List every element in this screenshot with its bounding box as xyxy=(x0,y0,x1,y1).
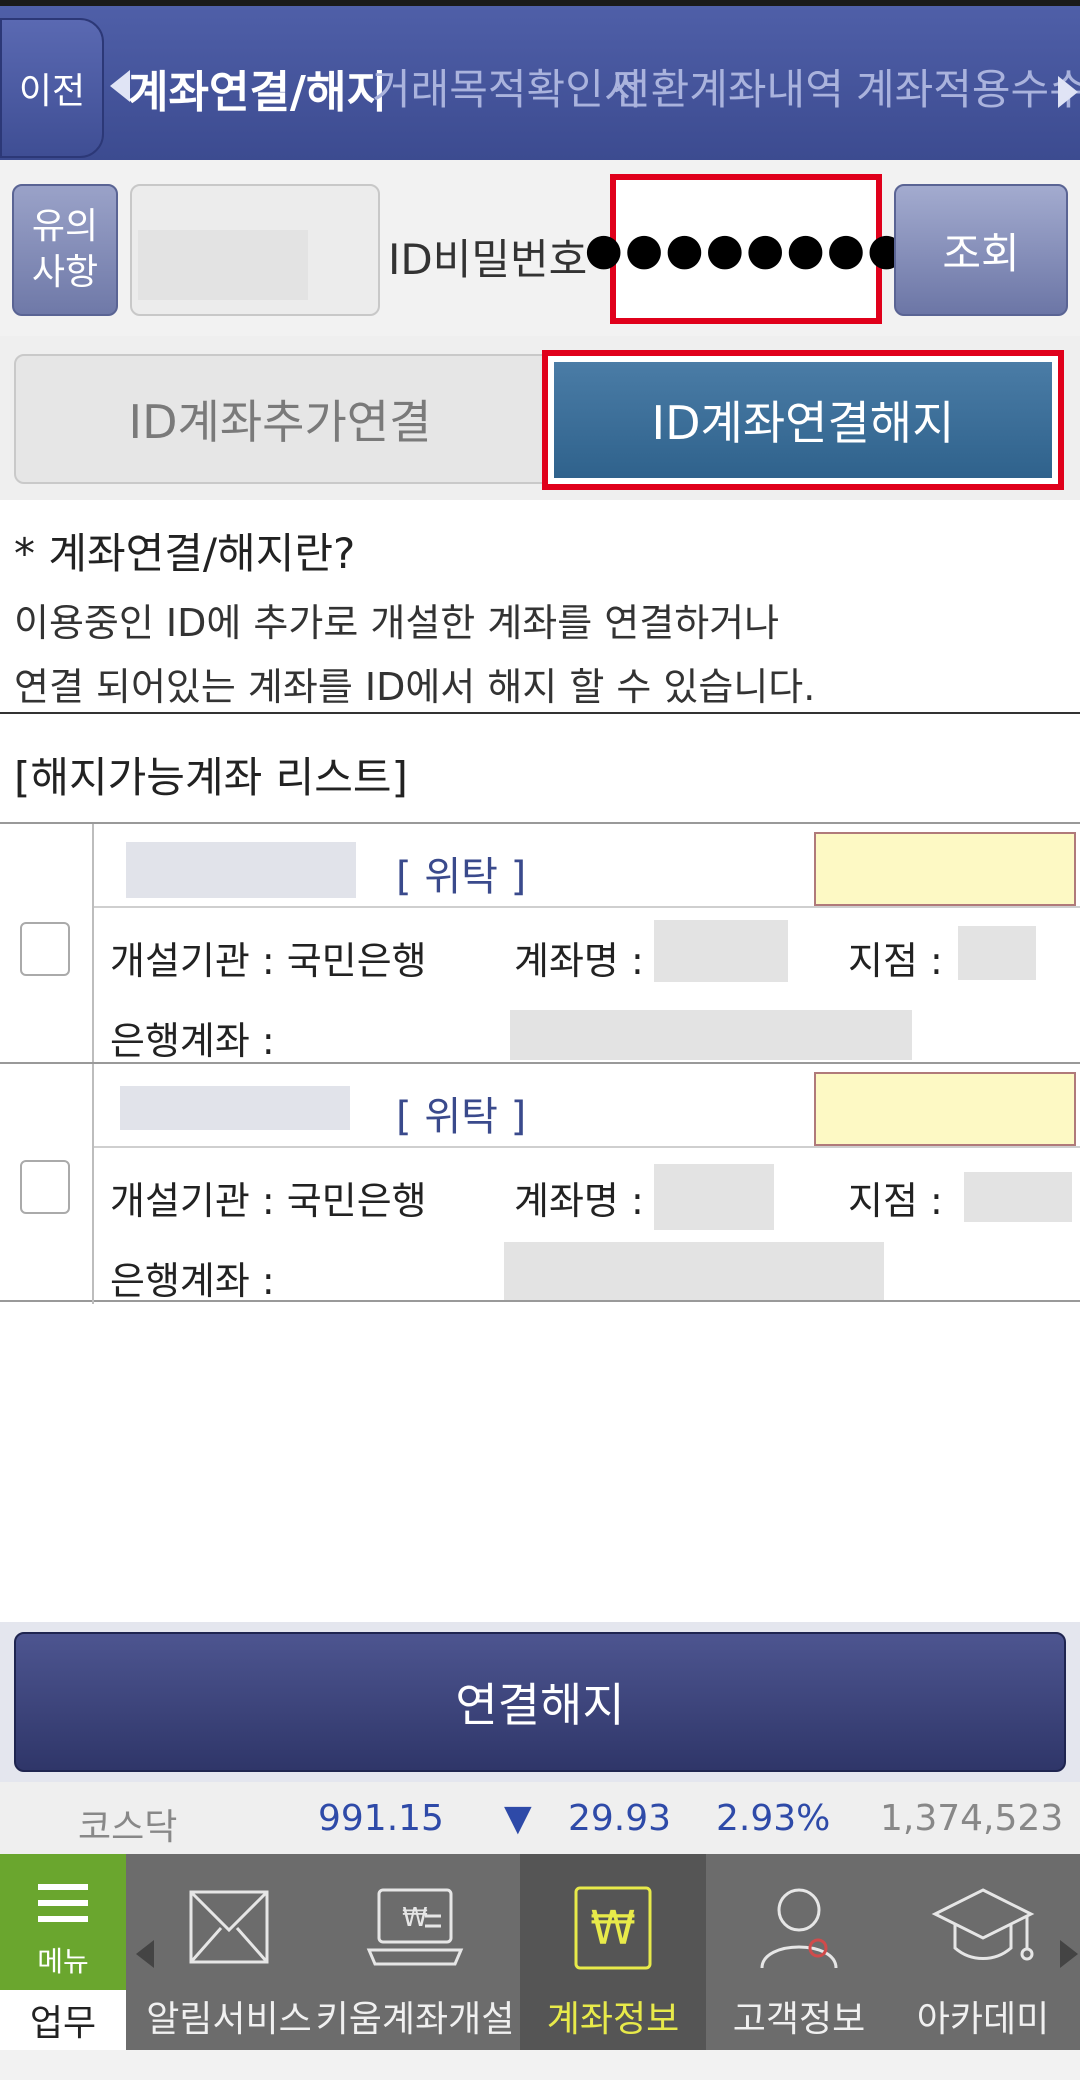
info-line-2: 연결 되어있는 계좌를 ID에서 해지 할 수 있습니다. xyxy=(14,665,816,709)
redacted-bank-account xyxy=(504,1242,884,1300)
tab-scroll-right-icon[interactable] xyxy=(1058,76,1078,108)
query-row: 유의 사항 ID비밀번호 ●●●●●●●● 조회 xyxy=(0,160,1080,336)
svg-text:₩: ₩ xyxy=(402,1903,428,1933)
tab-transfer-history[interactable]: 전환계좌내역 xyxy=(612,56,844,117)
redacted-account-name xyxy=(654,920,788,982)
institution-label: 개설기관 : 국민은행 xyxy=(110,1179,427,1223)
work-tab[interactable]: 업무 xyxy=(0,1990,126,2050)
checkbox-column xyxy=(0,824,94,1064)
ticker-index-name: 코스닥 xyxy=(78,1807,178,1848)
notice-button[interactable]: 유의 사항 xyxy=(12,184,118,316)
account-name-label: 계좌명 : xyxy=(514,939,644,983)
tab-scroll-left-icon[interactable] xyxy=(110,70,130,102)
password-input[interactable]: ●●●●●●●● xyxy=(584,174,906,324)
bank-account-label: 은행계좌 : xyxy=(110,1019,275,1063)
nav-item-account-info[interactable]: ₩ 계좌정보 xyxy=(520,1854,706,2050)
account-checkbox[interactable] xyxy=(20,1160,70,1214)
unlink-button[interactable]: 연결해지 xyxy=(14,1632,1066,1772)
nav-item-customer-info[interactable]: 고객정보 xyxy=(706,1854,892,2050)
back-button[interactable]: 이전 xyxy=(0,18,104,158)
branch-label: 지점 : xyxy=(848,1179,943,1223)
password-label: ID비밀번호 xyxy=(388,235,588,284)
user-icon xyxy=(760,1888,838,1969)
market-ticker[interactable]: 코스닥 991.15 ▼ 29.93 2.93% 1,374,523 xyxy=(0,1782,1080,1854)
section-divider xyxy=(0,712,1080,714)
ticker-change: 29.93 xyxy=(568,1798,672,1839)
account-status-field xyxy=(814,1072,1076,1146)
nav-item-academy[interactable]: 아카데미 xyxy=(890,1854,1076,2050)
account-name-label: 계좌명 : xyxy=(514,1179,644,1223)
cancel-link-tab-highlight: ID계좌연결해지 xyxy=(542,350,1064,490)
institution-label: 개설기관 : 국민은행 xyxy=(110,939,427,983)
envelope-icon xyxy=(189,1890,269,1964)
ticker-volume: 1,374,523 xyxy=(880,1798,1064,1839)
tab-account-link-unlink[interactable]: 계좌연결/해지 xyxy=(128,56,387,120)
ticker-change-pct: 2.93% xyxy=(716,1798,831,1839)
redacted-bank-account xyxy=(510,1010,912,1060)
nav-scroll-right-icon[interactable] xyxy=(1060,1940,1078,1968)
system-bar xyxy=(0,2050,1080,2080)
account-checkbox[interactable] xyxy=(20,922,70,976)
down-arrow-icon: ▼ xyxy=(504,1798,532,1839)
account-status-field xyxy=(814,832,1076,906)
svg-text:₩: ₩ xyxy=(590,1901,635,1955)
password-value: ●●●●●●●● xyxy=(584,223,908,275)
redacted-branch xyxy=(958,926,1036,980)
account-header: [ 위탁 ] xyxy=(94,824,1080,908)
account-id-field[interactable] xyxy=(130,184,380,316)
nav-item-label: 키움계좌개설 xyxy=(315,1999,515,2040)
info-title: * 계좌연결/해지란? xyxy=(14,529,356,578)
notice-button-label: 유의 사항 xyxy=(31,206,99,293)
account-header: [ 위탁 ] xyxy=(94,1064,1080,1148)
redacted-account-number xyxy=(120,1086,350,1130)
nav-item-account-open[interactable]: ₩ 키움계좌개설 xyxy=(316,1854,514,2050)
hamburger-icon xyxy=(38,1884,88,1922)
redacted-id xyxy=(138,230,308,300)
action-area: 연결해지 xyxy=(0,1622,1080,1782)
tab-transaction-purpose[interactable]: 거래목적확인서 xyxy=(372,56,642,117)
menu-label: 메뉴 xyxy=(37,1945,89,1978)
mode-tabs: ID계좌추가연결 ID계좌연결해지 xyxy=(0,336,1080,500)
account-row: [ 위탁 ] 개설기관 : 국민은행 계좌명 : 지점 : 은행계좌 : xyxy=(0,822,1080,1064)
add-link-tab[interactable]: ID계좌추가연결 xyxy=(14,354,546,484)
nav-item-label: 아카데미 xyxy=(916,1999,1050,2040)
search-button[interactable]: 조회 xyxy=(894,184,1068,316)
checkbox-column xyxy=(0,1064,94,1304)
account-type: [ 위탁 ] xyxy=(396,854,527,900)
top-tab-bar: 이전 계좌연결/해지 거래목적확인서 전환계좌내역 계좌적용수수료 xyxy=(0,0,1080,160)
info-line-1: 이용중인 ID에 추가로 개설한 계좌를 연결하거나 xyxy=(14,601,780,645)
ticker-value: 991.15 xyxy=(318,1798,444,1839)
redacted-account-number xyxy=(126,842,356,898)
nav-item-alert-service[interactable]: 알림서비스 xyxy=(136,1854,322,2050)
won-wallet-icon: ₩ xyxy=(574,1886,652,1970)
tab-account-fees[interactable]: 계좌적용수수료 xyxy=(856,56,1080,117)
list-title: [해지가능계좌 리스트] xyxy=(14,753,408,802)
bottom-nav: 메뉴 업무 알림서비스 ₩ 키움계좌개설 ₩ 계좌정보 고객정보 아카데미 xyxy=(0,1854,1080,2080)
branch-label: 지점 : xyxy=(848,939,943,983)
graduation-cap-icon xyxy=(931,1888,1035,1961)
account-row: [ 위탁 ] 개설기관 : 국민은행 계좌명 : 지점 : 은행계좌 : xyxy=(0,1062,1080,1304)
cancel-link-tab[interactable]: ID계좌연결해지 xyxy=(554,362,1052,478)
redacted-account-name xyxy=(654,1164,774,1230)
account-open-icon: ₩ xyxy=(366,1888,464,1966)
account-type: [ 위탁 ] xyxy=(396,1094,527,1140)
menu-button[interactable]: 메뉴 xyxy=(0,1854,126,1990)
redacted-branch xyxy=(964,1172,1072,1222)
bank-account-label: 은행계좌 : xyxy=(110,1259,275,1303)
